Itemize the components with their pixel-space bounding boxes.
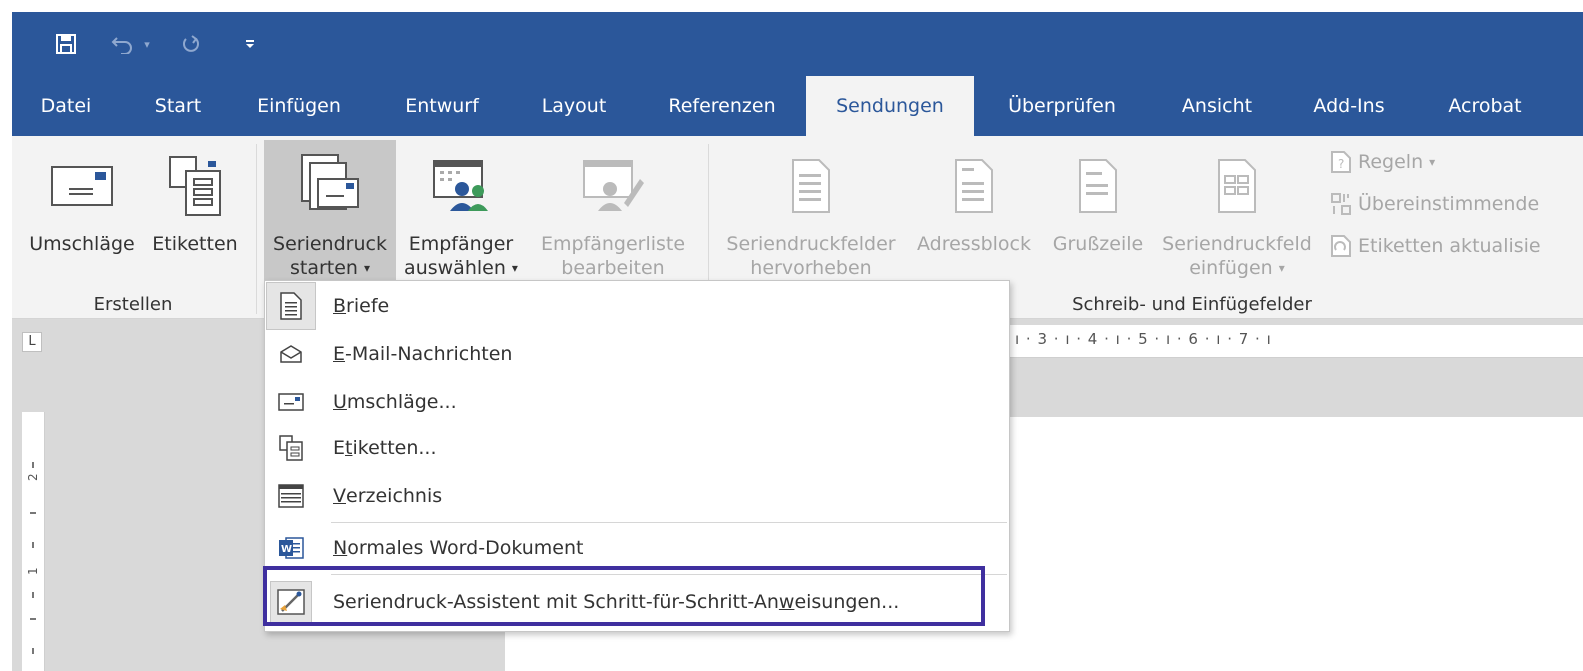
- undo-icon[interactable]: [108, 28, 138, 60]
- redo-icon[interactable]: [176, 28, 206, 60]
- letter-icon: [266, 282, 316, 330]
- tab-datei[interactable]: Datei: [26, 76, 106, 136]
- labels-icon: [146, 140, 244, 232]
- svg-text:W: W: [281, 544, 292, 555]
- tab-einfuegen[interactable]: Einfügen: [244, 76, 354, 136]
- etiketten-aktualisieren-button[interactable]: Etiketten aktualisie: [1330, 234, 1541, 258]
- directory-icon: [267, 473, 315, 519]
- word-window: ▾ Datei Start Einfügen Entwurf Layout Re…: [12, 12, 1583, 671]
- customize-qat-icon[interactable]: [240, 28, 260, 60]
- tab-referenzen[interactable]: Referenzen: [652, 76, 792, 136]
- group-label-schreib-und-einfuegefelder: Schreib- und Einfügefelder: [1072, 294, 1312, 315]
- tab-acrobat[interactable]: Acrobat: [1430, 76, 1540, 136]
- rules-icon: ?: [1331, 151, 1351, 173]
- chevron-down-icon: ▾: [511, 261, 518, 275]
- seriendruck-starten-menu: Briefe E -Mail-Nachrichten Umschläge... E…: [264, 280, 1010, 632]
- address-block-icon: [906, 140, 1042, 232]
- svg-text:1: 1: [26, 567, 40, 575]
- update-labels-icon: [1331, 235, 1351, 257]
- svg-text:2: 2: [26, 473, 40, 481]
- vertical-ruler-gap: [22, 358, 44, 412]
- tab-selector[interactable]: L: [22, 332, 42, 352]
- svg-text:?: ?: [1338, 157, 1344, 171]
- chevron-down-icon: ▾: [1429, 155, 1436, 169]
- vertical-ruler[interactable]: 2 1: [22, 412, 45, 671]
- umschlaege-button[interactable]: Umschläge: [20, 140, 144, 290]
- email-envelope-icon: [267, 331, 315, 377]
- tab-add-ins[interactable]: Add-Ins: [1294, 76, 1404, 136]
- menu-item-umschlaege[interactable]: Umschläge...: [267, 379, 1007, 425]
- tab-ueberpruefen[interactable]: Überprüfen: [992, 76, 1132, 136]
- uebereinstimmende-felder-button[interactable]: Übereinstimmende: [1330, 192, 1539, 216]
- word-document-icon: W: [267, 525, 315, 571]
- edit-recipient-list-icon: [526, 140, 700, 232]
- recipients-icon: [398, 140, 524, 232]
- insert-merge-field-icon: [1154, 140, 1320, 232]
- greeting-line-icon: [1044, 140, 1152, 232]
- tab-ansicht[interactable]: Ansicht: [1162, 76, 1272, 136]
- labels-icon: [267, 425, 315, 471]
- etiketten-button[interactable]: Etiketten: [146, 140, 244, 290]
- menu-item-normales-word-dokument[interactable]: W Normales Word-Dokument: [267, 525, 1007, 571]
- match-fields-icon: [1331, 193, 1351, 215]
- save-icon[interactable]: [46, 28, 86, 60]
- menu-item-email-nachrichten[interactable]: E -Mail-Nachrichten: [267, 331, 1007, 377]
- tab-layout[interactable]: Layout: [524, 76, 624, 136]
- menu-separator: [331, 522, 1007, 523]
- mail-merge-wizard-icon: [270, 581, 312, 623]
- group-label-erstellen: Erstellen: [93, 294, 173, 315]
- envelope-icon: [267, 379, 315, 425]
- tab-start[interactable]: Start: [138, 76, 218, 136]
- seriendruck-starten-button[interactable]: Seriendruck starten ▾: [264, 140, 396, 290]
- tab-entwurf[interactable]: Entwurf: [392, 76, 492, 136]
- menu-separator: [331, 574, 1007, 575]
- envelope-icon: [20, 140, 144, 232]
- menu-item-verzeichnis[interactable]: Verzeichnis: [267, 473, 1007, 519]
- menu-item-etiketten[interactable]: Et iketten...: [267, 425, 1007, 471]
- seriendruckfelder-hervorheben-button[interactable]: Seriendruckfelder hervorheben: [718, 140, 904, 290]
- adressblock-button[interactable]: Adressblock: [906, 140, 1042, 290]
- mail-merge-icon: [264, 140, 396, 232]
- chevron-down-icon: ▾: [1278, 261, 1285, 275]
- grusszeile-button[interactable]: Grußzeile: [1044, 140, 1152, 290]
- vertical-ruler-ticks: 2 1: [26, 462, 40, 654]
- undo-dropdown-icon[interactable]: ▾: [140, 28, 154, 60]
- seriendruckfeld-einfuegen-button[interactable]: Seriendruckfeld einfügen ▾: [1154, 140, 1320, 290]
- regeln-button[interactable]: ? Regeln ▾: [1330, 150, 1435, 174]
- ruler-scale: ı · 3 · ı · 4 · ı · 5 · ı · 6 · ı · 7 · …: [1015, 330, 1272, 348]
- chevron-down-icon: ▾: [364, 261, 371, 275]
- group-separator: [256, 144, 257, 314]
- ribbon-tabs: Datei Start Einfügen Entwurf Layout Refe…: [12, 76, 1583, 136]
- empfaengerliste-bearbeiten-button[interactable]: Empfängerliste bearbeiten: [526, 140, 700, 290]
- empfaenger-auswaehlen-button[interactable]: Empfänger auswählen ▾: [398, 140, 524, 290]
- tab-sendungen[interactable]: Sendungen: [806, 76, 974, 136]
- menu-item-briefe[interactable]: Briefe: [266, 282, 1007, 330]
- highlight-fields-icon: [718, 140, 904, 232]
- title-bar: ▾: [12, 12, 1583, 76]
- menu-item-seriendruck-assistent[interactable]: Seriendruck-Assistent mit Schritt-für-Sc…: [267, 577, 1007, 627]
